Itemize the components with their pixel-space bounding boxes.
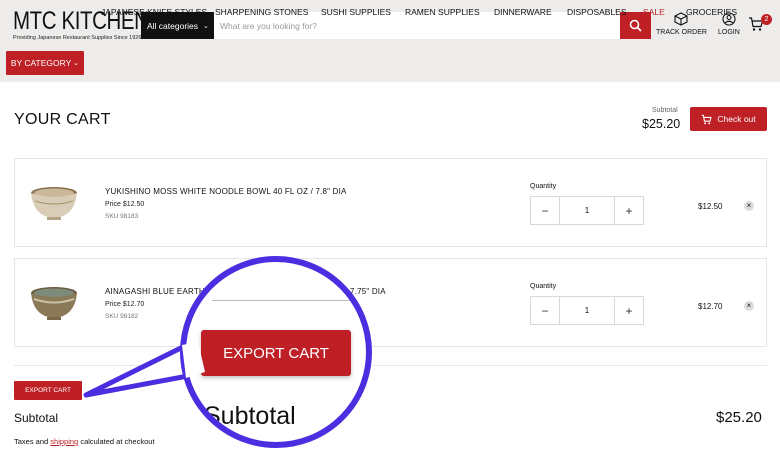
nav-item-disposables[interactable]: DISPOSABLES [567, 7, 627, 17]
track-order-label: TRACK ORDER [656, 29, 707, 36]
subtotal-label-top: Subtotal [652, 107, 678, 114]
subtotal-value: $25.20 [716, 409, 762, 426]
subtotal-value-top: $25.20 [642, 117, 681, 131]
close-icon: × [746, 301, 752, 310]
tax-note-prefix: Taxes and [14, 437, 51, 446]
magnifier-callout: EXPORT CART Subtotal [180, 256, 372, 448]
search-icon [629, 19, 642, 32]
nav-item-dinnerware[interactable]: DINNERWARE [494, 7, 552, 17]
product-sku: SKU 98182 [105, 313, 139, 320]
product-image[interactable] [29, 181, 79, 223]
cart-count-badge: 2 [761, 14, 772, 25]
checkout-label: Check out [717, 114, 756, 124]
divider [212, 300, 352, 301]
product-name-end[interactable]: 7.75" DIA [350, 287, 386, 296]
remove-item-button[interactable]: × [744, 201, 754, 211]
nav-item-sharpening-stones[interactable]: SHARPENING STONES [215, 7, 308, 17]
category-select-label: All categories [147, 20, 199, 31]
quantity-stepper: − 1 + [530, 296, 644, 325]
quantity-input[interactable]: 1 [559, 297, 615, 324]
tax-note: Taxes and shipping calculated at checkou… [14, 437, 155, 446]
quantity-input[interactable]: 1 [559, 197, 615, 224]
checkout-button[interactable]: Check out [690, 107, 767, 131]
product-price: Price $12.70 [105, 301, 145, 308]
product-price: Price $12.50 [105, 201, 145, 208]
export-cart-button[interactable]: EXPORT CART [14, 381, 82, 400]
increase-quantity-button[interactable]: + [615, 197, 643, 224]
nav-item-japanese-knife-styles[interactable]: JAPANESE KNIFE STYLES [101, 7, 207, 17]
by-category-label: BY CATEGORY [10, 58, 72, 68]
site-header: MTC KITCHEN Providing Japanese Restauran… [0, 0, 780, 82]
page-title: YOUR CART [14, 111, 111, 128]
product-name[interactable]: YUKISHINO MOSS WHITE NOODLE BOWL 40 FL O… [105, 187, 347, 196]
close-icon: × [746, 201, 752, 210]
shipping-link[interactable]: shipping [50, 437, 78, 446]
chevron-down-icon: ⌄ [73, 60, 80, 67]
increase-quantity-button[interactable]: + [615, 297, 643, 324]
main-nav: BY CATEGORY ⌄ [6, 51, 84, 75]
subtotal-label-zoomed: Subtotal [204, 402, 296, 430]
tax-note-suffix: calculated at checkout [78, 437, 155, 446]
decrease-quantity-button[interactable]: − [531, 297, 559, 324]
product-name[interactable]: AINAGASHI BLUE EARTH [105, 287, 205, 296]
cart-icon [702, 114, 713, 124]
cart-item: AINAGASHI BLUE EARTH 7.75" DIA Price $12… [14, 258, 767, 347]
export-cart-button-zoomed[interactable]: EXPORT CART [201, 330, 351, 376]
nav-item-ramen-supplies[interactable]: RAMEN SUPPLIES [405, 7, 480, 17]
login-label: LOGIN [718, 29, 740, 36]
subtotal-label: Subtotal [14, 411, 59, 425]
chevron-down-icon: ⌄ [203, 22, 209, 30]
quantity-stepper: − 1 + [530, 196, 644, 225]
remove-item-button[interactable]: × [744, 301, 754, 311]
nav-item-sale[interactable]: SALE [643, 7, 665, 17]
nav-item-sushi-supplies[interactable]: SUSHI SUPPLIES [321, 7, 391, 17]
by-category-button[interactable]: BY CATEGORY ⌄ [6, 51, 84, 75]
quantity-label: Quantity [530, 283, 557, 290]
cart-item: YUKISHINO MOSS WHITE NOODLE BOWL 40 FL O… [14, 158, 767, 247]
product-sku: SKU 98183 [105, 213, 139, 220]
quantity-label: Quantity [530, 183, 557, 190]
line-total: $12.50 [698, 202, 723, 211]
line-total: $12.70 [698, 302, 723, 311]
decrease-quantity-button[interactable]: − [531, 197, 559, 224]
nav-item-groceries[interactable]: GROCERIES [686, 7, 737, 17]
product-image[interactable] [29, 281, 79, 323]
divider [14, 365, 767, 366]
